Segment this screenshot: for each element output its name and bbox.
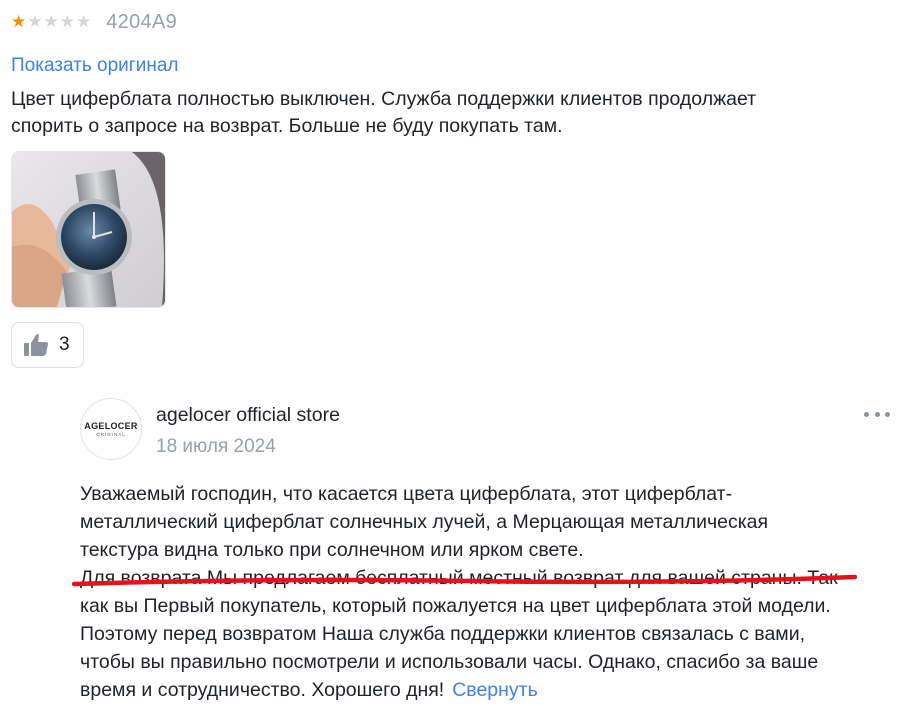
more-dots-icon[interactable] xyxy=(864,404,890,424)
review-header: ★ ★ ★ ★ ★ 4204A9 xyxy=(11,9,177,35)
collapse-link[interactable]: Свернуть xyxy=(452,679,538,701)
reply-text-line: текстура видна только при солнечном или … xyxy=(80,539,584,561)
reply-text-line: Для возврата Мы предлагаем бесплатный ме… xyxy=(80,567,838,589)
reply-text-line: время и сотрудничество. Хорошего дня! xyxy=(80,679,445,701)
review-text: Цвет циферблата полностью выключен. Служ… xyxy=(11,86,851,140)
reply-text-line: металлический циферблат солнечных лучей,… xyxy=(80,511,769,533)
star-icon: ★ xyxy=(76,11,92,32)
watch-photo-image xyxy=(12,152,165,307)
reply-text-line: Уважаемый господин, что касается цвета ц… xyxy=(80,483,733,505)
reply-last-line: время и сотрудничество. Хорошего дня! Све… xyxy=(80,676,895,704)
reviewer-name: 4204A9 xyxy=(106,10,178,33)
reply-text-line: Поэтому перед возвратом Наша служба подд… xyxy=(80,623,806,645)
like-count: 3 xyxy=(59,334,70,355)
store-logo: AGELOCER xyxy=(84,421,138,431)
reply-text-line: как вы Первый покупатель, который пожалу… xyxy=(80,595,831,617)
star-icon: ★ xyxy=(27,11,43,32)
show-original-link[interactable]: Показать оригинал xyxy=(11,55,178,77)
star-icon: ★ xyxy=(11,11,27,32)
store-logo-sub: ORIGINAL xyxy=(96,432,126,437)
star-icon: ★ xyxy=(43,11,59,32)
review-photo[interactable] xyxy=(11,151,166,308)
store-avatar: AGELOCER ORIGINAL xyxy=(80,398,142,460)
reply-text-line: чтобы вы правильно посмотрели и использо… xyxy=(80,651,819,673)
review-text-line: Цвет циферблата полностью выключен. Служ… xyxy=(11,88,757,110)
review-text-line: спорить о запросе на возврат. Больше не … xyxy=(11,115,563,137)
reply-text: Уважаемый господин, что касается цвета ц… xyxy=(80,480,895,704)
like-button[interactable]: 3 xyxy=(11,322,84,368)
thumbs-up-icon xyxy=(24,334,48,356)
reply-date: 18 июля 2024 xyxy=(156,436,276,457)
store-name: agelocer official store xyxy=(156,404,340,426)
star-icon: ★ xyxy=(59,11,75,32)
